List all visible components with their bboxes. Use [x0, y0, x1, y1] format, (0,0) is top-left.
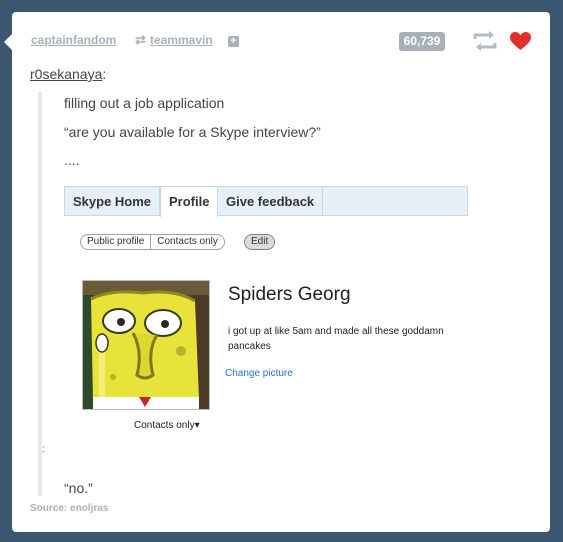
blockquote: filling out a job application “are you a…: [38, 92, 522, 496]
quote-line-2: “are you available for a Skype interview…: [64, 124, 321, 140]
profile-picture: [82, 280, 210, 410]
stray-colon-mark: :: [42, 444, 45, 455]
visibility-toggle: Public profile Contacts only: [80, 234, 225, 250]
skype-tab-bar: Skype Home Profile Give feedback: [64, 186, 468, 217]
source-label: Source:: [30, 503, 68, 514]
profile-mood-message: i got up at like 5am and made all these …: [228, 326, 444, 352]
reblogged-from-link[interactable]: teammavin: [150, 33, 213, 47]
post-header: captainfandom ⇄ teammavin + 60,739: [31, 30, 532, 54]
public-profile-option[interactable]: Public profile: [81, 235, 150, 249]
reblog-button-icon[interactable]: [472, 30, 498, 52]
reblog-arrow-icon: ⇄: [135, 32, 146, 47]
tab-profile[interactable]: Profile: [160, 187, 219, 217]
change-picture-link[interactable]: Change picture: [225, 368, 293, 379]
privacy-dropdown[interactable]: Contacts only▾: [134, 420, 200, 431]
spongebob-avatar-image: [83, 281, 209, 409]
post-card: captainfandom ⇄ teammavin + 60,739 r0sek…: [4, 12, 550, 532]
tab-skype-home[interactable]: Skype Home: [65, 187, 161, 216]
skype-profile-screenshot: Skype Home Profile Give feedback Public …: [64, 186, 468, 442]
quote-line-3: ....: [64, 152, 80, 168]
quote-line-1: filling out a job application: [64, 95, 225, 111]
source-credit: Source: enoljras: [30, 503, 108, 514]
contacts-only-option[interactable]: Contacts only: [150, 235, 224, 249]
follow-plus-icon[interactable]: +: [228, 36, 239, 47]
profile-display-name: Spiders Georg: [228, 284, 351, 305]
attribution: r0sekanaya:: [30, 66, 106, 82]
original-poster-link[interactable]: r0sekanaya: [30, 66, 102, 82]
edit-button[interactable]: Edit: [244, 234, 276, 250]
source-name[interactable]: enoljras: [70, 503, 108, 514]
privacy-dropdown-value: Contacts only: [134, 420, 195, 431]
quote-final-line: “no.”: [64, 480, 93, 496]
notes-count[interactable]: 60,739: [399, 32, 445, 51]
attribution-colon: :: [102, 66, 107, 82]
chevron-down-icon: ▾: [194, 420, 200, 431]
heart-like-icon[interactable]: [510, 32, 531, 51]
tab-give-feedback[interactable]: Give feedback: [218, 187, 324, 216]
reblogger-link[interactable]: captainfandom: [31, 33, 116, 47]
